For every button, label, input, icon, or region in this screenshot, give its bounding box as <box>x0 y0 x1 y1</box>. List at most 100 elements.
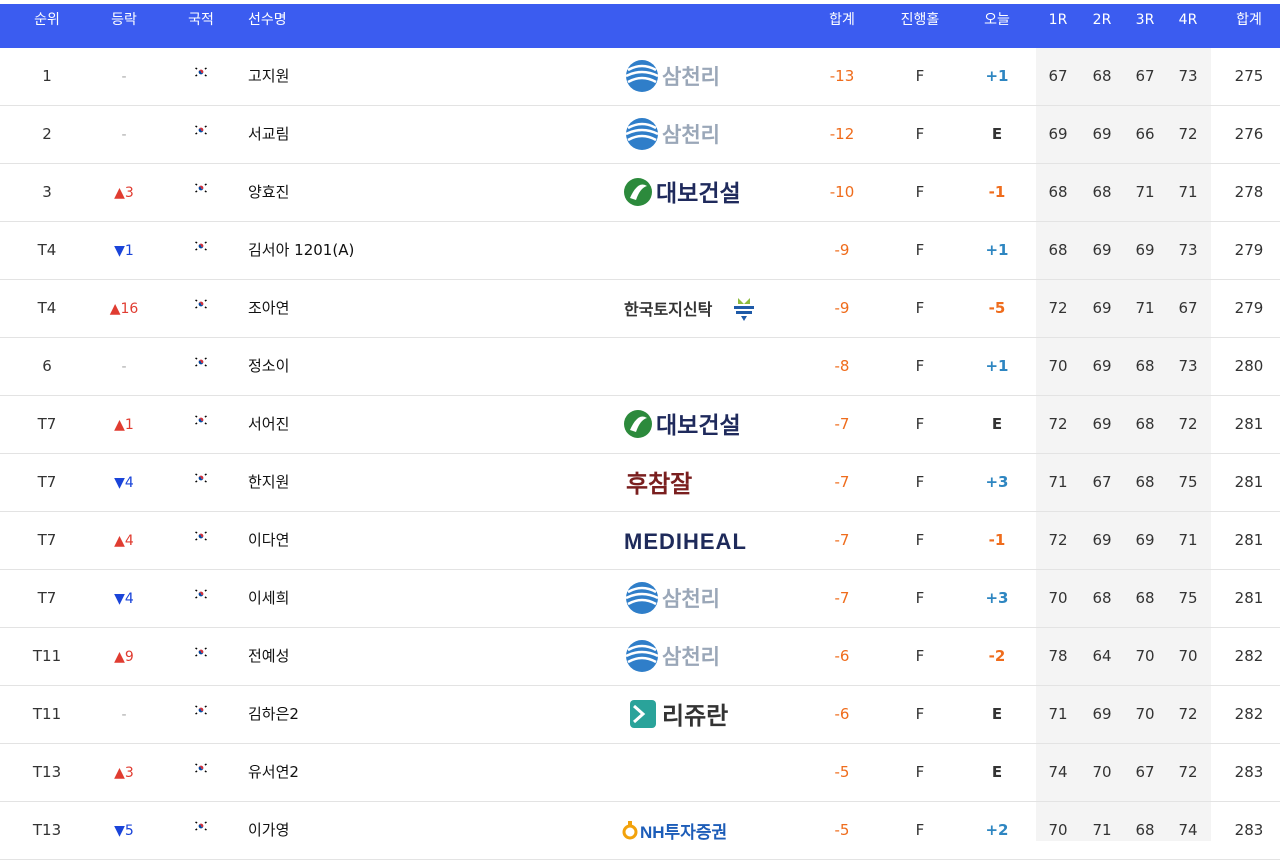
round-3-score: 67 <box>1135 763 1155 781</box>
sponsor-logo-samchully: 삼천리 <box>620 580 760 616</box>
sponsor-logo-rejuran: 리쥬란 <box>620 696 760 732</box>
total-score: -7 <box>834 589 850 607</box>
player-row[interactable]: T13 ▼5 이가영 NH투자증권 -5 F +2 70 71 68 74 28… <box>0 802 1280 860</box>
round-1-score: 68 <box>1048 241 1068 259</box>
round-4-score: 75 <box>1178 473 1198 491</box>
player-row[interactable]: 3 ▲3 양효진 대보건설 -10 F -1 68 68 71 71 278 <box>0 164 1280 222</box>
korea-flag-icon <box>193 588 209 600</box>
rank-change-value: ▲1 <box>114 417 134 433</box>
header-player[interactable]: 선수명 <box>248 4 368 48</box>
header-total[interactable]: 합계 <box>812 4 872 48</box>
rank-cell: T13 <box>32 763 62 781</box>
player-name[interactable]: 전예성 <box>248 628 568 684</box>
player-name[interactable]: 이가영 <box>248 802 568 858</box>
header-round-3[interactable]: 3R <box>1125 4 1165 48</box>
player-name[interactable]: 김하은2 <box>248 686 568 742</box>
sum-score: 281 <box>1234 589 1264 607</box>
player-row[interactable]: T7 ▲4 이다연 MEDIHEAL -7 F -1 72 69 69 71 2… <box>0 512 1280 570</box>
round-1-score: 71 <box>1048 705 1068 723</box>
nation-cell <box>176 744 226 800</box>
rank-change-value: ▲9 <box>114 649 134 665</box>
rank-change: ▲1 <box>96 396 152 452</box>
total-score: -12 <box>829 125 855 143</box>
round-4-score: 75 <box>1178 589 1198 607</box>
round-2-score: 70 <box>1092 763 1112 781</box>
sponsor-logo-koreit: 한국토지신탁 <box>620 290 760 326</box>
header-rank[interactable]: 순위 <box>20 4 74 48</box>
total-score: -7 <box>834 473 850 491</box>
rank-cell: T7 <box>37 589 57 607</box>
player-name[interactable]: 서교림 <box>248 106 568 162</box>
header-move[interactable]: 등락 <box>96 4 152 48</box>
player-row[interactable]: 1 - 고지원 삼천리 -13 F +1 67 68 67 73 275 <box>0 48 1280 106</box>
player-name[interactable]: 양효진 <box>248 164 568 220</box>
round-4-score: 72 <box>1178 763 1198 781</box>
player-row[interactable]: 6 - 정소이 -8 F +1 70 69 68 73 280 <box>0 338 1280 396</box>
round-1-score: 78 <box>1048 647 1068 665</box>
header-round-2[interactable]: 2R <box>1082 4 1122 48</box>
korea-flag-icon <box>193 414 209 426</box>
player-name[interactable]: 유서연2 <box>248 744 568 800</box>
player-name[interactable]: 김서아 1201(A) <box>248 222 568 278</box>
round-3-score: 68 <box>1135 357 1155 375</box>
header-nation[interactable]: 국적 <box>176 4 226 48</box>
svg-text:대보건설: 대보건설 <box>656 180 741 206</box>
korea-flag-icon <box>193 356 209 368</box>
nation-cell <box>176 396 226 452</box>
player-row[interactable]: 2 - 서교림 삼천리 -12 F E 69 69 66 72 276 <box>0 106 1280 164</box>
round-2-score: 64 <box>1092 647 1112 665</box>
total-score: -7 <box>834 415 850 433</box>
player-name[interactable]: 조아연 <box>248 280 568 336</box>
round-3-score: 66 <box>1135 125 1155 143</box>
round-2-score: 69 <box>1092 415 1112 433</box>
round-4-score: 71 <box>1178 183 1198 201</box>
player-row[interactable]: T4 ▼1 김서아 1201(A) -9 F +1 68 69 69 73 27… <box>0 222 1280 280</box>
player-name[interactable]: 이세희 <box>248 570 568 626</box>
player-row[interactable]: T11 ▲9 전예성 삼천리 -6 F -2 78 64 70 70 282 <box>0 628 1280 686</box>
rank-change: ▼5 <box>96 802 152 858</box>
svg-text:삼천리: 삼천리 <box>662 124 720 147</box>
player-name[interactable]: 한지원 <box>248 454 568 510</box>
header-today[interactable]: 오늘 <box>970 4 1024 48</box>
round-3-score: 70 <box>1135 647 1155 665</box>
sum-score: 279 <box>1234 299 1264 317</box>
rank-change-value: ▲4 <box>114 533 134 549</box>
sponsor-logo-daebo: 대보건설 <box>620 406 760 442</box>
nation-cell <box>176 222 226 278</box>
sum-score: 275 <box>1234 67 1264 85</box>
rank-cell: 3 <box>42 183 52 201</box>
round-1-score: 72 <box>1048 531 1068 549</box>
today-score: E <box>991 415 1003 433</box>
header-round-4[interactable]: 4R <box>1168 4 1208 48</box>
round-2-score: 69 <box>1092 241 1112 259</box>
player-row[interactable]: T7 ▼4 한지원 후참잘 -7 F +3 71 67 68 75 281 <box>0 454 1280 512</box>
round-2-score: 69 <box>1092 705 1112 723</box>
player-name[interactable]: 고지원 <box>248 48 568 104</box>
rank-change: ▼4 <box>96 570 152 626</box>
player-row[interactable]: T13 ▲3 유서연2 -5 F E 74 70 67 72 283 <box>0 744 1280 802</box>
round-3-score: 68 <box>1135 415 1155 433</box>
player-row[interactable]: T11 - 김하은2 리쥬란 -6 F E 71 69 70 72 282 <box>0 686 1280 744</box>
today-score: +3 <box>985 473 1009 491</box>
round-1-score: 72 <box>1048 299 1068 317</box>
round-3-score: 68 <box>1135 473 1155 491</box>
korea-flag-icon <box>193 124 209 136</box>
rank-cell: T4 <box>37 299 57 317</box>
player-row[interactable]: T4 ▲16 조아연 한국토지신탁 -9 F -5 72 69 71 67 27… <box>0 280 1280 338</box>
round-4-score: 71 <box>1178 531 1198 549</box>
player-row[interactable]: T7 ▼4 이세희 삼천리 -7 F +3 70 68 68 75 281 <box>0 570 1280 628</box>
today-score: -1 <box>988 531 1006 549</box>
player-name[interactable]: 서어진 <box>248 396 568 452</box>
holes-progress: F <box>915 531 925 549</box>
player-row[interactable]: T7 ▲1 서어진 대보건설 -7 F E 72 69 68 72 281 <box>0 396 1280 454</box>
rank-change-value: - <box>121 359 127 375</box>
total-score: -5 <box>834 763 850 781</box>
player-name[interactable]: 정소이 <box>248 338 568 394</box>
round-3-score: 70 <box>1135 705 1155 723</box>
total-score: -6 <box>834 705 850 723</box>
rank-change-value: ▲3 <box>114 185 134 201</box>
header-round-1[interactable]: 1R <box>1038 4 1078 48</box>
header-progress[interactable]: 진행홀 <box>888 4 952 48</box>
header-sum[interactable]: 합계 <box>1222 4 1276 48</box>
player-name[interactable]: 이다연 <box>248 512 568 568</box>
